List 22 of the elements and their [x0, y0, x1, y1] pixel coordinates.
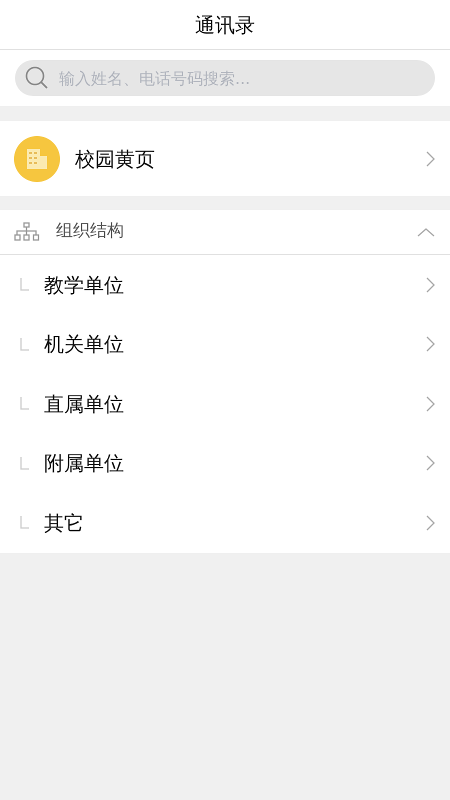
collapse-icon	[416, 226, 436, 238]
branch-icon	[20, 278, 29, 292]
org-unit-item[interactable]: 附属单位	[0, 434, 450, 493]
chevron-right-icon	[425, 335, 436, 354]
page-title: 通讯录	[195, 12, 255, 38]
building-icon	[26, 148, 48, 168]
chevron-right-icon	[425, 276, 436, 294]
chevron-right-icon	[425, 454, 436, 472]
hierarchy-icon	[14, 222, 40, 242]
branch-icon	[20, 516, 29, 530]
org-unit-item[interactable]: 机关单位	[0, 314, 450, 374]
chevron-right-icon	[425, 150, 436, 168]
branch-icon	[20, 338, 29, 351]
org-unit-item[interactable]: 教学单位	[0, 255, 450, 314]
org-unit-item[interactable]: 直属单位	[0, 374, 450, 434]
chevron-right-icon	[425, 514, 436, 532]
org-structure-header[interactable]: 组织结构	[0, 210, 450, 255]
branch-icon	[20, 397, 29, 410]
chevron-right-icon	[425, 394, 436, 413]
campus-directory-item[interactable]: 校园黄页	[0, 121, 450, 196]
branch-icon	[20, 456, 29, 470]
org-unit-item[interactable]: 其它	[0, 493, 450, 552]
